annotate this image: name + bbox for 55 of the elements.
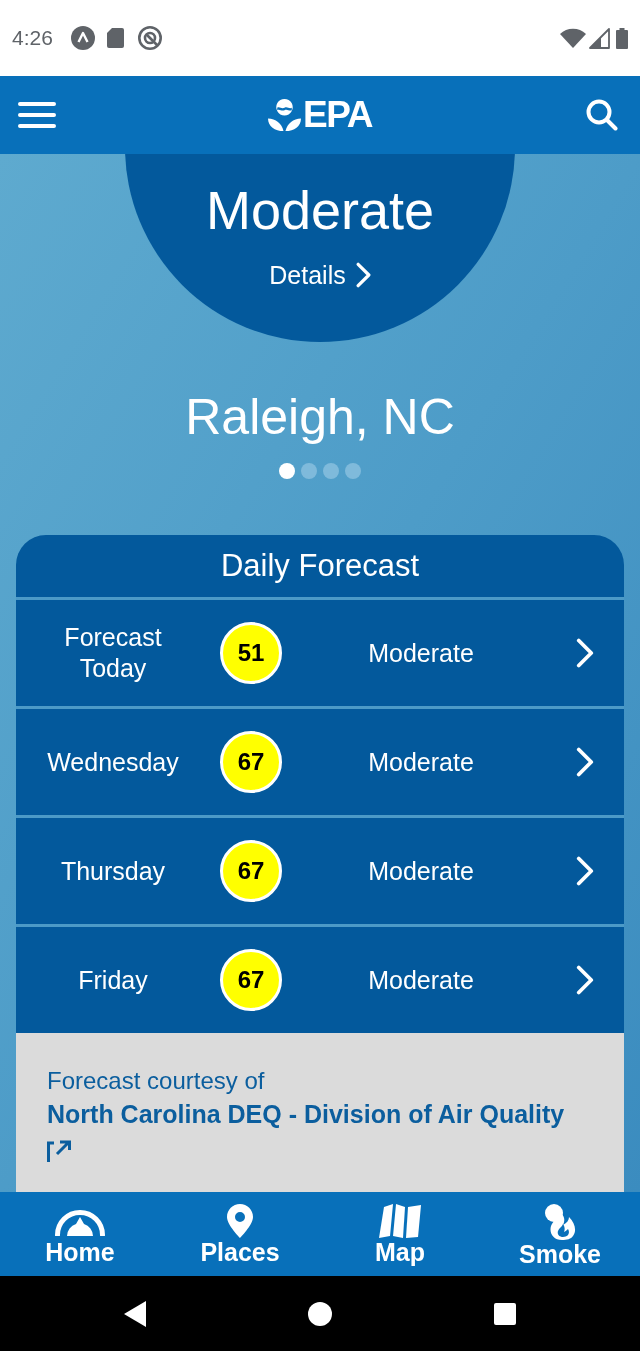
external-link-icon bbox=[47, 1140, 71, 1162]
day-label: Thursday bbox=[60, 855, 166, 887]
forecast-row[interactable]: Forecast Today 51 Moderate bbox=[16, 597, 624, 706]
day-label: Wednesday bbox=[47, 746, 179, 778]
search-icon bbox=[586, 99, 618, 131]
aqi-badge: 67 bbox=[220, 840, 282, 902]
recents-square-icon bbox=[494, 1302, 516, 1325]
chevron-right-icon bbox=[576, 856, 594, 886]
chevron-right-icon bbox=[355, 262, 371, 288]
search-button[interactable] bbox=[586, 99, 618, 131]
location-name: Raleigh, NC bbox=[185, 388, 455, 447]
aqi-category: Moderate bbox=[205, 180, 435, 240]
chevron-right-icon bbox=[576, 747, 594, 777]
card-title: Daily Forecast bbox=[220, 547, 420, 585]
signal-icon bbox=[589, 27, 610, 49]
day-label: Forecast Today bbox=[63, 622, 163, 684]
recents-button[interactable] bbox=[494, 1302, 516, 1325]
category-label: Moderate bbox=[368, 746, 474, 778]
category-label: Moderate bbox=[368, 964, 474, 996]
nav-tab[interactable]: Map bbox=[320, 1192, 480, 1276]
back-triangle-icon bbox=[124, 1300, 146, 1327]
logo-emblem-icon bbox=[268, 99, 302, 131]
home-circle-icon bbox=[308, 1301, 332, 1326]
home-button[interactable] bbox=[308, 1301, 332, 1326]
logo-text: EPA bbox=[303, 95, 372, 135]
nav-tab[interactable]: Smoke bbox=[480, 1192, 640, 1276]
sd-card-icon bbox=[106, 28, 124, 48]
map-pin-icon bbox=[227, 1204, 253, 1238]
aqi-badge: 67 bbox=[220, 949, 282, 1011]
aqi-badge: 67 bbox=[220, 731, 282, 793]
menu-icon bbox=[18, 101, 56, 129]
status-time: 4:26 bbox=[12, 25, 53, 51]
wifi-icon bbox=[560, 28, 586, 48]
category-label: Moderate bbox=[368, 855, 474, 887]
forecast-row[interactable]: Friday 67 Moderate bbox=[16, 924, 624, 1033]
chevron-right-icon bbox=[576, 638, 594, 668]
day-label: Friday bbox=[78, 964, 148, 996]
aqi-badge: 51 bbox=[220, 622, 282, 684]
circle-slash-icon bbox=[137, 26, 162, 50]
menu-button[interactable] bbox=[18, 101, 56, 129]
source-link[interactable]: North Carolina DEQ - Division of Air Quality bbox=[47, 1098, 565, 1130]
chevron-right-icon bbox=[576, 965, 594, 995]
back-button[interactable] bbox=[124, 1300, 146, 1327]
caret-circle-icon bbox=[70, 26, 95, 50]
battery-icon bbox=[616, 27, 628, 49]
category-label: Moderate bbox=[368, 637, 474, 669]
gauge-icon bbox=[55, 1209, 105, 1236]
folded-map-icon bbox=[379, 1204, 421, 1238]
smoke-flame-icon bbox=[544, 1204, 576, 1240]
nav-tab[interactable]: Places bbox=[160, 1192, 320, 1276]
nav-tab[interactable]: Home bbox=[0, 1192, 160, 1276]
forecast-row[interactable]: Wednesday 67 Moderate bbox=[16, 706, 624, 815]
details-button[interactable]: Details bbox=[269, 258, 371, 292]
forecast-row[interactable]: Thursday 67 Moderate bbox=[16, 815, 624, 924]
courtesy-label: Forecast courtesy of bbox=[47, 1066, 265, 1096]
